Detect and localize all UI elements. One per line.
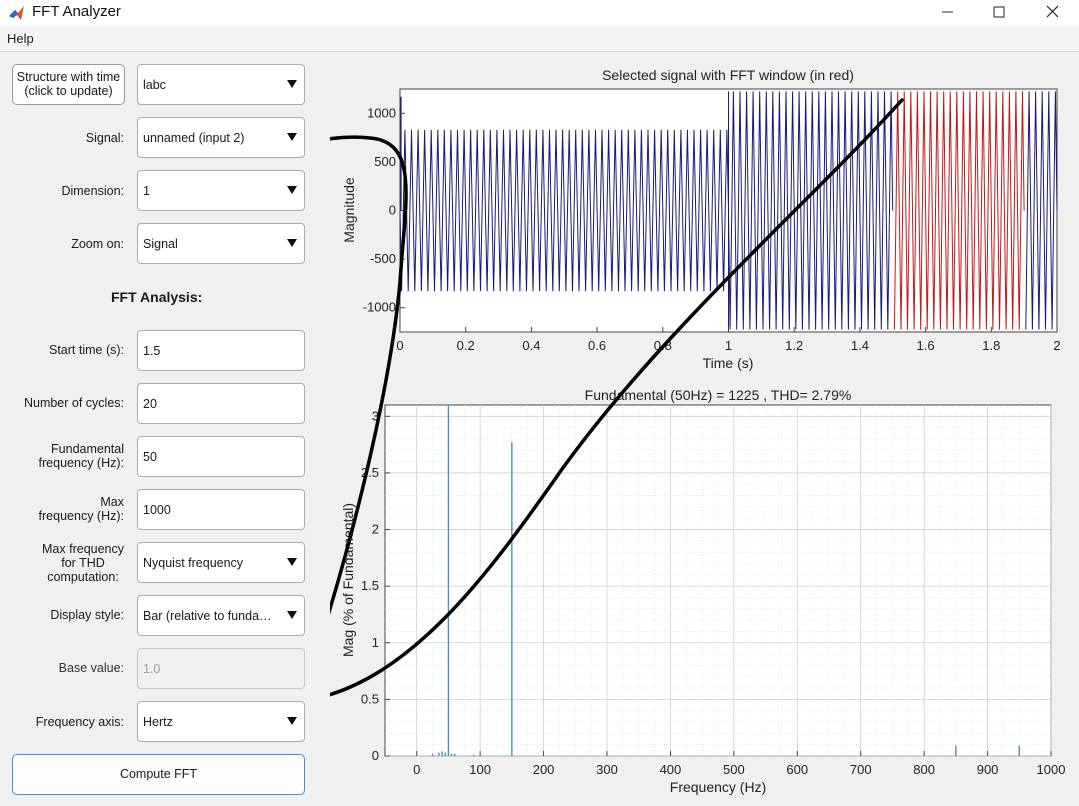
display-style-label: Display style:: [50, 608, 124, 622]
x-tick-label: 300: [596, 762, 618, 777]
dimension-select[interactable]: 1: [137, 170, 305, 211]
frequency-axis-select[interactable]: Hertz: [137, 701, 305, 742]
signal-label: Signal:: [85, 131, 124, 145]
x-tick-label: 1.8: [982, 338, 1000, 353]
thd-frequency-value: Nyquist frequency: [143, 556, 244, 570]
thd-frequency-label: Max frequency for THD computation:: [42, 542, 124, 584]
structure-select-value: labc: [143, 78, 166, 92]
fundamental-frequency-value: 50: [143, 450, 157, 464]
plot-area: Selected signal with FFT window (in red)…: [183, 52, 1079, 801]
frequency-axis-value: Hertz: [143, 715, 173, 729]
time-chart-title: Selected signal with FFT window (in red): [602, 67, 854, 83]
x-tick-label: 0: [413, 762, 420, 777]
x-tick-label: 1.4: [851, 338, 869, 353]
close-button[interactable]: [1030, 0, 1076, 26]
x-tick-label: 1.2: [785, 338, 803, 353]
y-tick-label: 1: [372, 635, 379, 650]
signal-select-value: unnamed (input 2): [143, 131, 245, 145]
spectrum-chart-xlabel: Frequency (Hz): [670, 779, 766, 795]
time-chart: Selected signal with FFT window (in red)…: [341, 67, 1061, 371]
display-style-value: Bar (relative to funda…: [143, 609, 272, 623]
start-time-value: 1.5: [143, 344, 161, 358]
structure-select[interactable]: labc: [137, 64, 305, 105]
max-frequency-field[interactable]: 1000: [137, 489, 305, 530]
display-style-select[interactable]: Bar (relative to funda…: [137, 595, 305, 636]
x-tick-label: 700: [850, 762, 872, 777]
max-frequency-label: Max frequency (Hz):: [38, 495, 124, 523]
close-icon: [1046, 5, 1059, 18]
menu-help[interactable]: Help: [7, 31, 34, 46]
fft-analysis-heading: FFT Analysis:: [111, 289, 203, 305]
y-tick-label: 0.5: [361, 691, 379, 706]
zoom-select-value: Signal: [143, 237, 178, 251]
thd-frequency-select[interactable]: Nyquist frequency: [137, 542, 305, 583]
dropdown-arrow-icon: [287, 133, 297, 141]
y-tick-label: 2: [372, 522, 379, 537]
base-value-placeholder: 1.0: [143, 662, 161, 676]
y-tick-label: 500: [374, 154, 396, 169]
matlab-icon: [9, 6, 24, 20]
dropdown-arrow-icon: [287, 80, 297, 88]
start-time-label: Start time (s):: [48, 343, 124, 357]
control-panel: Structure with time (click to update) la…: [0, 52, 330, 801]
x-tick-label: 0: [396, 338, 403, 353]
minimize-button[interactable]: [924, 0, 970, 26]
start-time-field[interactable]: 1.5: [137, 330, 305, 371]
x-tick-label: 0.6: [588, 338, 606, 353]
y-tick-label: 1.5: [361, 578, 379, 593]
menu-bar: Help: [0, 26, 1079, 52]
y-tick-label: 0: [372, 748, 379, 763]
maximize-icon: [993, 6, 1005, 18]
y-tick-label: -500: [370, 251, 396, 266]
fundamental-frequency-field[interactable]: 50: [137, 436, 305, 477]
x-tick-label: 200: [533, 762, 555, 777]
x-tick-label: 1.6: [917, 338, 935, 353]
dimension-select-value: 1: [143, 184, 150, 198]
window-title: FFT Analyzer: [32, 3, 121, 20]
cycles-value: 20: [143, 397, 157, 411]
compute-fft-button[interactable]: Compute FFT: [12, 754, 305, 795]
y-tick-label: 1000: [367, 105, 396, 120]
x-tick-label: 800: [913, 762, 935, 777]
zoom-select[interactable]: Signal: [137, 223, 305, 264]
cycles-label: Number of cycles:: [23, 396, 124, 410]
y-tick-label: 0: [389, 203, 396, 218]
x-tick-label: 400: [660, 762, 682, 777]
minimize-icon: [942, 11, 953, 13]
dropdown-arrow-icon: [287, 558, 297, 566]
fundamental-frequency-label: Fundamental frequency (Hz):: [38, 442, 124, 470]
x-tick-label: 600: [786, 762, 808, 777]
spectrum-chart-plot-box: [384, 404, 1052, 757]
title-bar: FFT Analyzer: [0, 0, 1079, 26]
x-tick-label: 2: [1053, 338, 1060, 353]
charts-canvas: Selected signal with FFT window (in red)…: [183, 67, 1065, 795]
maximize-button[interactable]: [976, 0, 1022, 26]
zoom-label: Zoom on:: [71, 237, 124, 251]
max-frequency-value: 1000: [143, 503, 171, 517]
dimension-label: Dimension:: [61, 184, 124, 198]
x-tick-label: 100: [469, 762, 491, 777]
time-chart-ylabel: Magnitude: [341, 177, 357, 243]
x-tick-label: 500: [723, 762, 745, 777]
dropdown-arrow-icon: [287, 186, 297, 194]
base-value-field: 1.0: [137, 648, 305, 689]
dropdown-arrow-icon: [287, 611, 297, 619]
x-tick-label: 0.4: [522, 338, 540, 353]
frequency-axis-label: Frequency axis:: [35, 715, 124, 729]
x-tick-label: 1000: [1037, 762, 1066, 777]
x-tick-label: 1: [725, 338, 732, 353]
signal-select[interactable]: unnamed (input 2): [137, 117, 305, 158]
dropdown-arrow-icon: [287, 717, 297, 725]
dropdown-arrow-icon: [287, 239, 297, 247]
time-chart-xlabel: Time (s): [703, 355, 754, 371]
base-value-label: Base value:: [58, 661, 124, 675]
y-tick-label: -1000: [363, 300, 396, 315]
x-tick-label: 900: [977, 762, 999, 777]
spectrum-chart: Fundamental (50Hz) = 1225 , THD= 2.79% 0…: [340, 387, 1065, 795]
structure-update-button[interactable]: Structure with time (click to update): [12, 64, 125, 105]
x-tick-label: 0.2: [457, 338, 475, 353]
cycles-field[interactable]: 20: [137, 383, 305, 424]
